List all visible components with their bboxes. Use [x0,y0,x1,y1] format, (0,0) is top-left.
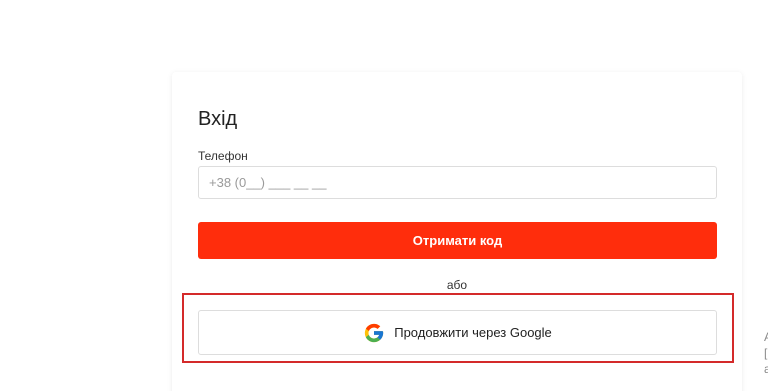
phone-label: Телефон [198,149,248,163]
page: Вхід Телефон Отримати код або Продовжити… [0,0,768,391]
page-title: Вхід [198,108,238,130]
get-code-button[interactable]: Отримати код [198,222,717,259]
clipped-text-fragment: А [764,330,768,344]
or-separator: або [446,278,468,292]
phone-input[interactable] [198,166,717,199]
google-continue-button[interactable]: Продовжити через Google [198,310,717,355]
login-card: Вхід Телефон Отримати код або Продовжити… [172,72,742,391]
clipped-text-fragment: а [764,362,768,376]
google-logo-icon [365,323,384,342]
clipped-text-fragment: [ [764,346,768,360]
google-button-label: Продовжити через Google [394,325,552,340]
